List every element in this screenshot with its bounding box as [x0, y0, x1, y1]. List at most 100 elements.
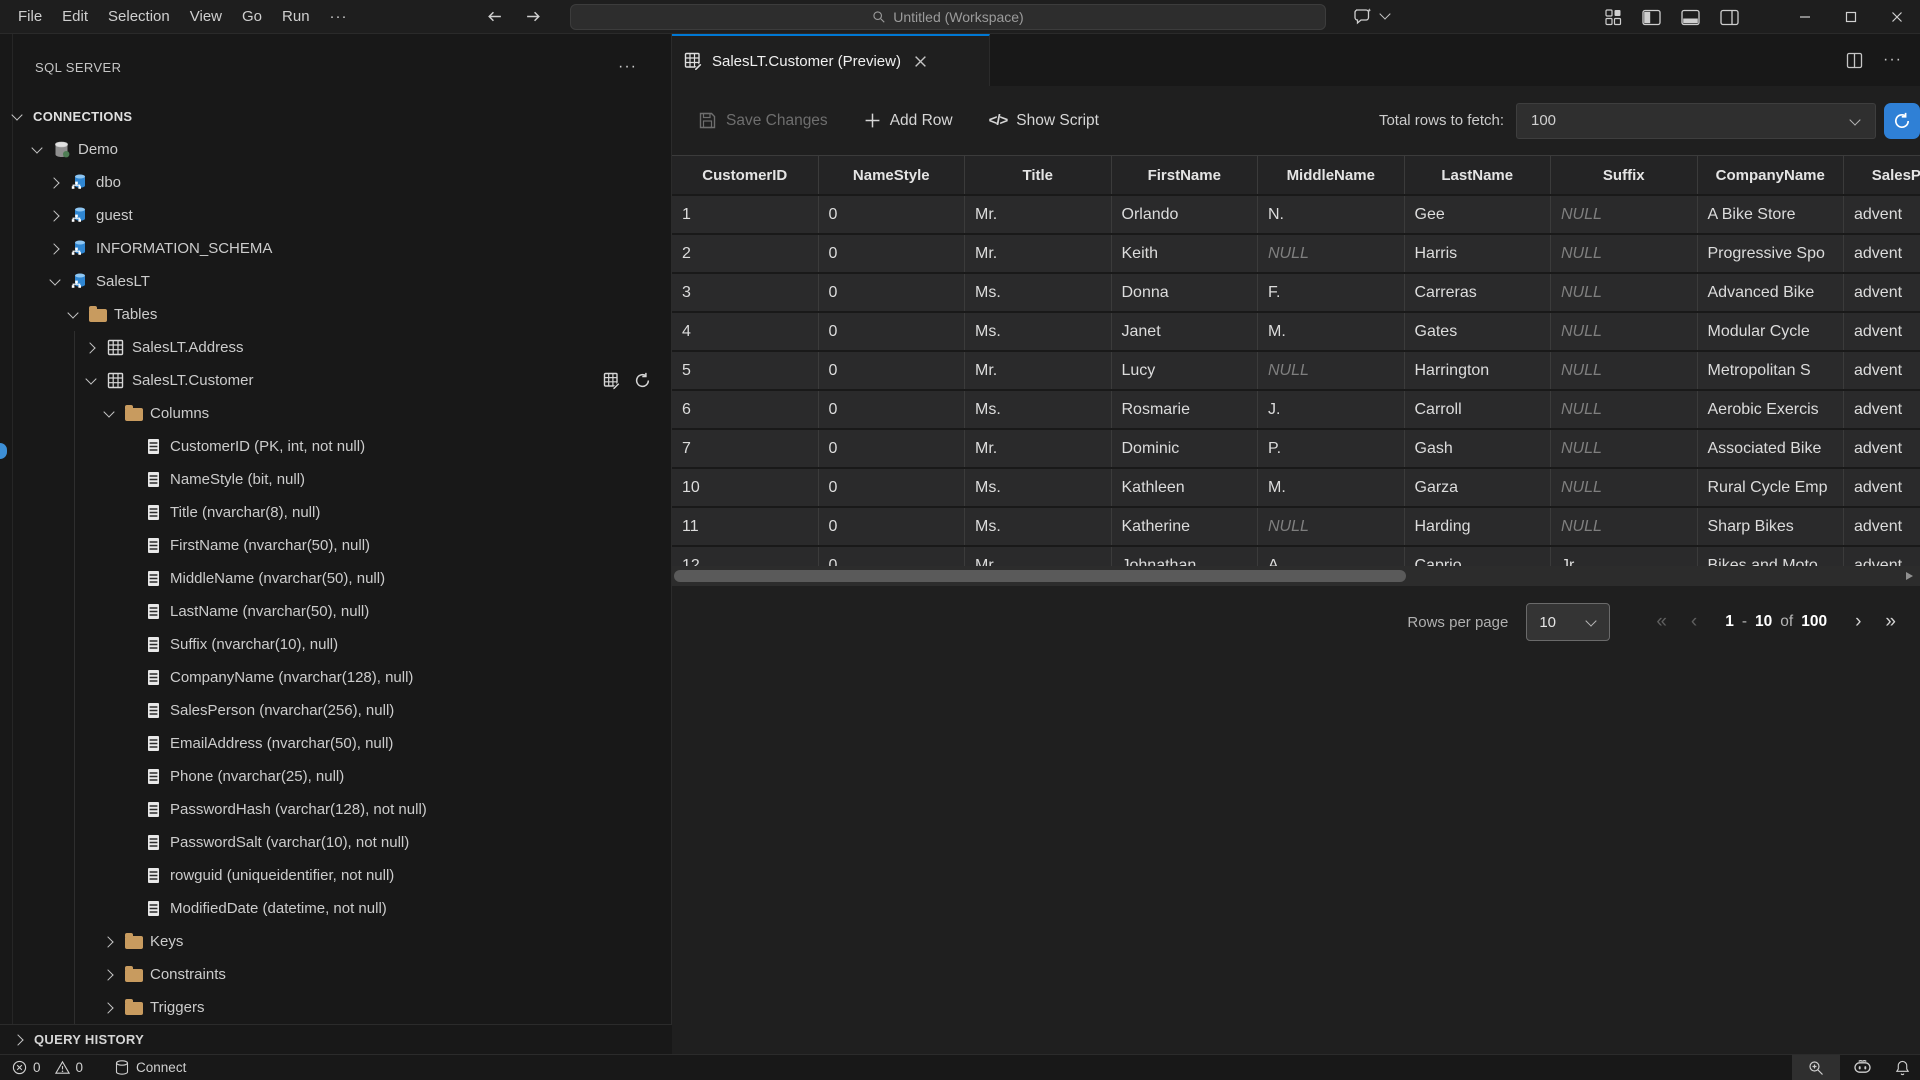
tree-item-saleslt[interactable]: SalesLT — [0, 265, 671, 298]
copilot-status-icon[interactable] — [1840, 1055, 1884, 1080]
tree-item-guest[interactable]: guest — [0, 199, 671, 232]
sidebar-more-actions-icon[interactable]: ··· — [618, 58, 637, 76]
column-header[interactable]: FirstName — [1112, 156, 1259, 194]
indent-guide — [74, 331, 75, 1024]
menu-selection[interactable]: Selection — [98, 0, 180, 34]
minimize-button[interactable] — [1782, 0, 1828, 34]
chevron-right-icon — [102, 967, 118, 983]
errors-icon[interactable] — [12, 1060, 27, 1075]
tree-item-column-suffix[interactable]: Suffix (nvarchar(10), null) — [0, 628, 671, 661]
tree-item-columns[interactable]: Columns — [0, 397, 671, 430]
column-icon — [144, 899, 163, 918]
table-row[interactable]: 70Mr.DominicP.GashNULLAssociated Bikeadv… — [672, 430, 1920, 469]
last-page-button[interactable]: » — [1873, 611, 1908, 633]
edit-data-icon[interactable] — [603, 372, 621, 390]
tree-item-saleslt-address[interactable]: SalesLT.Address — [0, 331, 671, 364]
column-header[interactable]: SalesPerson — [1844, 156, 1920, 194]
table-row[interactable]: 60Ms.RosmarieJ.CarrollNULLAerobic Exerci… — [672, 391, 1920, 430]
tree-item-column-phone[interactable]: Phone (nvarchar(25), null) — [0, 760, 671, 793]
first-page-button[interactable]: « — [1644, 611, 1679, 633]
scroll-right-arrow-icon[interactable] — [1906, 572, 1913, 580]
tree-item-column-title[interactable]: Title (nvarchar(8), null) — [0, 496, 671, 529]
query-history-section[interactable]: QUERY HISTORY — [0, 1024, 672, 1054]
column-header[interactable]: Suffix — [1551, 156, 1698, 194]
tree-item-column-passwordhash[interactable]: PasswordHash (varchar(128), not null) — [0, 793, 671, 826]
rows-per-page-dropdown[interactable]: 10 — [1526, 603, 1610, 641]
tree-item-column-salesperson[interactable]: SalesPerson (nvarchar(256), null) — [0, 694, 671, 727]
tree-item-column-customerid[interactable]: CustomerID (PK, int, not null) — [0, 430, 671, 463]
tree-item-column-namestyle[interactable]: NameStyle (bit, null) — [0, 463, 671, 496]
refresh-icon[interactable] — [634, 372, 651, 390]
column-header[interactable]: Title — [965, 156, 1112, 194]
horizontal-scrollbar[interactable] — [672, 566, 1920, 586]
split-editor-icon[interactable] — [1846, 52, 1863, 69]
tree-item-demo[interactable]: Demo — [0, 133, 671, 166]
toggle-panel-icon[interactable] — [1681, 9, 1700, 26]
refresh-table-button[interactable] — [1884, 103, 1920, 139]
tree-item-column-passwordsalt[interactable]: PasswordSalt (varchar(10), not null) — [0, 826, 671, 859]
column-header[interactable]: LastName — [1405, 156, 1552, 194]
tree-item-dbo[interactable]: dbo — [0, 166, 671, 199]
table-row[interactable]: 40Ms.JanetM.GatesNULLModular Cycleadvent — [672, 313, 1920, 352]
column-header[interactable]: NameStyle — [819, 156, 966, 194]
table-row[interactable]: 50Mr.LucyNULLHarringtonNULLMetropolitan … — [672, 352, 1920, 391]
tree-item-saleslt-customer[interactable]: SalesLT.Customer — [0, 364, 671, 397]
table-row[interactable]: 10Mr.OrlandoN.GeeNULLA Bike Storeadvent — [672, 196, 1920, 235]
app-window: File Edit Selection View Go Run ··· Unti… — [0, 0, 1920, 1080]
tree-item-constraints[interactable]: Constraints — [0, 958, 671, 991]
scrollbar-thumb[interactable] — [674, 570, 1406, 582]
column-icon — [144, 866, 163, 885]
tree-item-column-middlename[interactable]: MiddleName (nvarchar(50), null) — [0, 562, 671, 595]
menu-run[interactable]: Run — [272, 0, 320, 34]
tree-item-triggers[interactable]: Triggers — [0, 991, 671, 1024]
tree-item-column-companyname[interactable]: CompanyName (nvarchar(128), null) — [0, 661, 671, 694]
column-header[interactable]: CustomerID — [672, 156, 819, 194]
tree-item-tables[interactable]: Tables — [0, 298, 671, 331]
forward-arrow-icon[interactable] — [525, 8, 542, 25]
customize-layout-icon[interactable] — [1604, 8, 1622, 26]
back-arrow-icon[interactable] — [486, 8, 503, 25]
tab-saleslt-customer[interactable]: SalesLT.Customer (Preview) — [672, 34, 990, 86]
errors-count[interactable]: 0 — [33, 1060, 41, 1075]
add-row-button[interactable]: Add Row — [864, 112, 953, 130]
more-menus-icon[interactable]: ··· — [320, 8, 358, 25]
tree-item-column-lastname[interactable]: LastName (nvarchar(50), null) — [0, 595, 671, 628]
tree-item-column-firstname[interactable]: FirstName (nvarchar(50), null) — [0, 529, 671, 562]
toggle-primary-sidebar-icon[interactable] — [1642, 9, 1661, 26]
tree-item-column-emailaddress[interactable]: EmailAddress (nvarchar(50), null) — [0, 727, 671, 760]
warnings-count[interactable]: 0 — [76, 1060, 84, 1075]
column-header[interactable]: CompanyName — [1698, 156, 1845, 194]
close-tab-icon[interactable] — [914, 55, 927, 68]
editor-more-actions-icon[interactable]: ··· — [1883, 51, 1902, 69]
table-row[interactable]: 30Ms.DonnaF.CarrerasNULLAdvanced Bikeadv… — [672, 274, 1920, 313]
next-page-button[interactable]: › — [1843, 611, 1873, 633]
close-window-button[interactable] — [1874, 0, 1920, 34]
warnings-icon[interactable] — [55, 1060, 70, 1075]
toggle-secondary-sidebar-icon[interactable] — [1720, 9, 1739, 26]
menu-view[interactable]: View — [180, 0, 232, 34]
fetch-rows-dropdown[interactable]: 100 — [1516, 103, 1876, 139]
menu-edit[interactable]: Edit — [52, 0, 98, 34]
tree-section-connections[interactable]: CONNECTIONS — [0, 100, 671, 133]
copilot-chat-icon[interactable] — [1352, 5, 1374, 27]
connect-status-item[interactable]: Connect — [115, 1060, 186, 1075]
column-header[interactable]: MiddleName — [1258, 156, 1405, 194]
maximize-button[interactable] — [1828, 0, 1874, 34]
command-center-search[interactable]: Untitled (Workspace) — [570, 4, 1326, 30]
table-row[interactable]: 20Mr.KeithNULLHarrisNULLProgressive Spoa… — [672, 235, 1920, 274]
tree-item-column-modifieddate[interactable]: ModifiedDate (datetime, not null) — [0, 892, 671, 925]
menu-file[interactable]: File — [8, 0, 52, 34]
zoom-control[interactable] — [1792, 1055, 1840, 1080]
show-script-button[interactable]: </> Show Script — [989, 112, 1099, 130]
table-row[interactable]: 110Ms.KatherineNULLHardingNULLSharp Bike… — [672, 508, 1920, 547]
notifications-bell-icon[interactable] — [1884, 1055, 1920, 1080]
tree-item-keys[interactable]: Keys — [0, 925, 671, 958]
copilot-dropdown-chevron-icon[interactable] — [1378, 8, 1394, 24]
tree-item-column-rowguid[interactable]: rowguid (uniqueidentifier, not null) — [0, 859, 671, 892]
table-row[interactable]: 100Ms.KathleenM.GarzaNULLRural Cycle Emp… — [672, 469, 1920, 508]
previous-page-button[interactable]: ‹ — [1679, 611, 1709, 633]
menu-go[interactable]: Go — [232, 0, 272, 34]
menu-bar: File Edit Selection View Go Run ··· — [8, 0, 358, 34]
save-changes-button[interactable]: Save Changes — [698, 111, 828, 130]
tree-item-information-schema[interactable]: INFORMATION_SCHEMA — [0, 232, 671, 265]
